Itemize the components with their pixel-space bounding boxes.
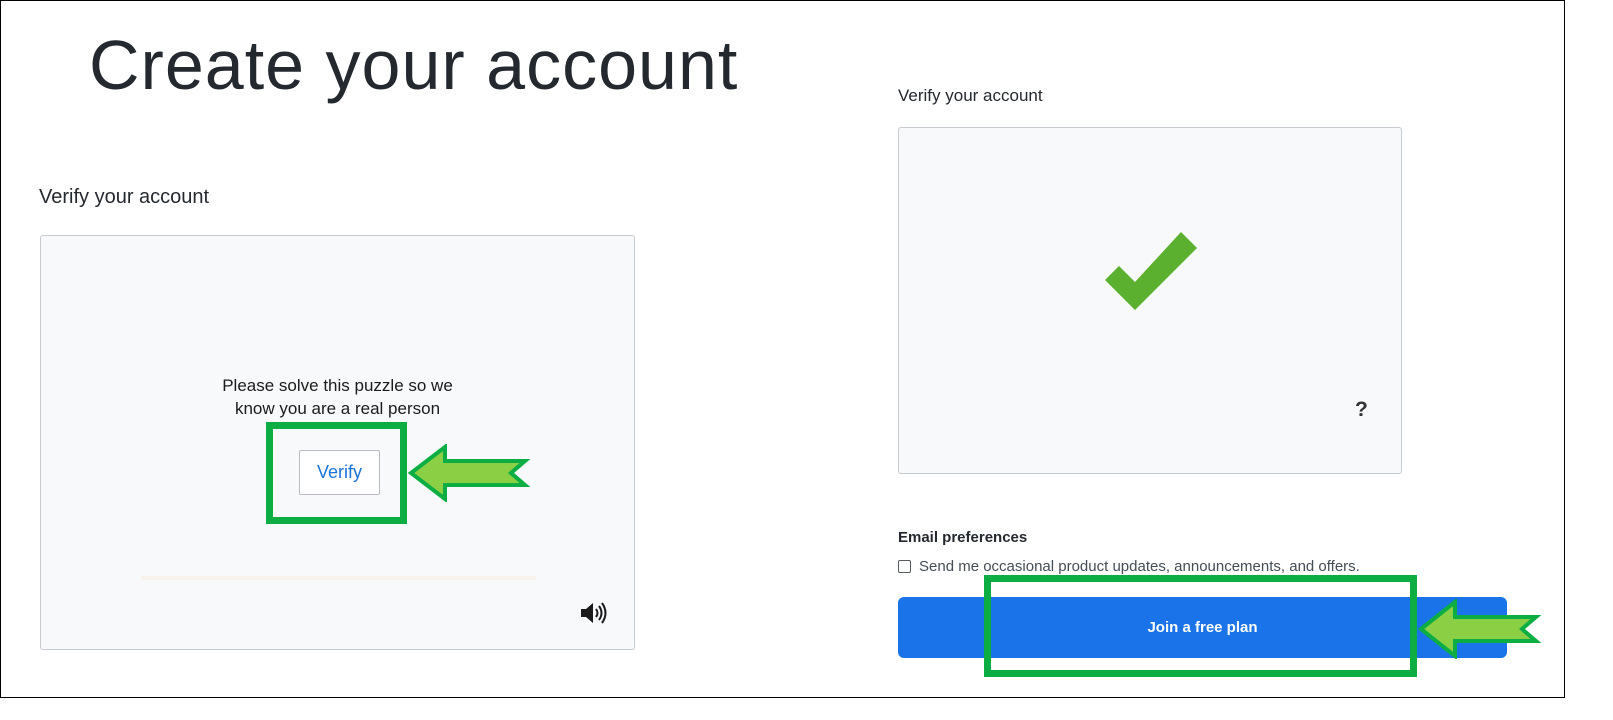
- captcha-verified-box: ?: [898, 127, 1402, 474]
- email-opt-in-checkbox[interactable]: [898, 560, 911, 573]
- puzzle-prompt-line-2: know you are a real person: [234, 399, 441, 418]
- email-opt-in-text: Send me occasional product updates, anno…: [919, 558, 1360, 575]
- verify-account-label-right: Verify your account: [898, 86, 1043, 105]
- email-opt-in-row: Send me occasional product updates, anno…: [898, 558, 1360, 575]
- help-icon[interactable]: ?: [1355, 398, 1368, 422]
- checkmark-icon: [1105, 232, 1197, 310]
- puzzle-prompt-line-1: Please solve this puzzle so we: [222, 376, 453, 395]
- puzzle-prompt: Please solve this puzzle so we know you …: [41, 374, 634, 420]
- page-title: Create your account: [89, 26, 739, 104]
- puzzle-progress-strip: [141, 576, 536, 580]
- join-free-plan-button[interactable]: Join a free plan: [898, 597, 1507, 658]
- email-preferences-label: Email preferences: [898, 529, 1028, 546]
- screenshot-frame: Create your account Verify your account …: [0, 0, 1565, 698]
- captcha-puzzle-box: Please solve this puzzle so we know you …: [40, 235, 635, 650]
- verify-account-label: Verify your account: [39, 186, 210, 208]
- verify-button[interactable]: Verify: [299, 450, 380, 495]
- speaker-icon[interactable]: [579, 601, 607, 625]
